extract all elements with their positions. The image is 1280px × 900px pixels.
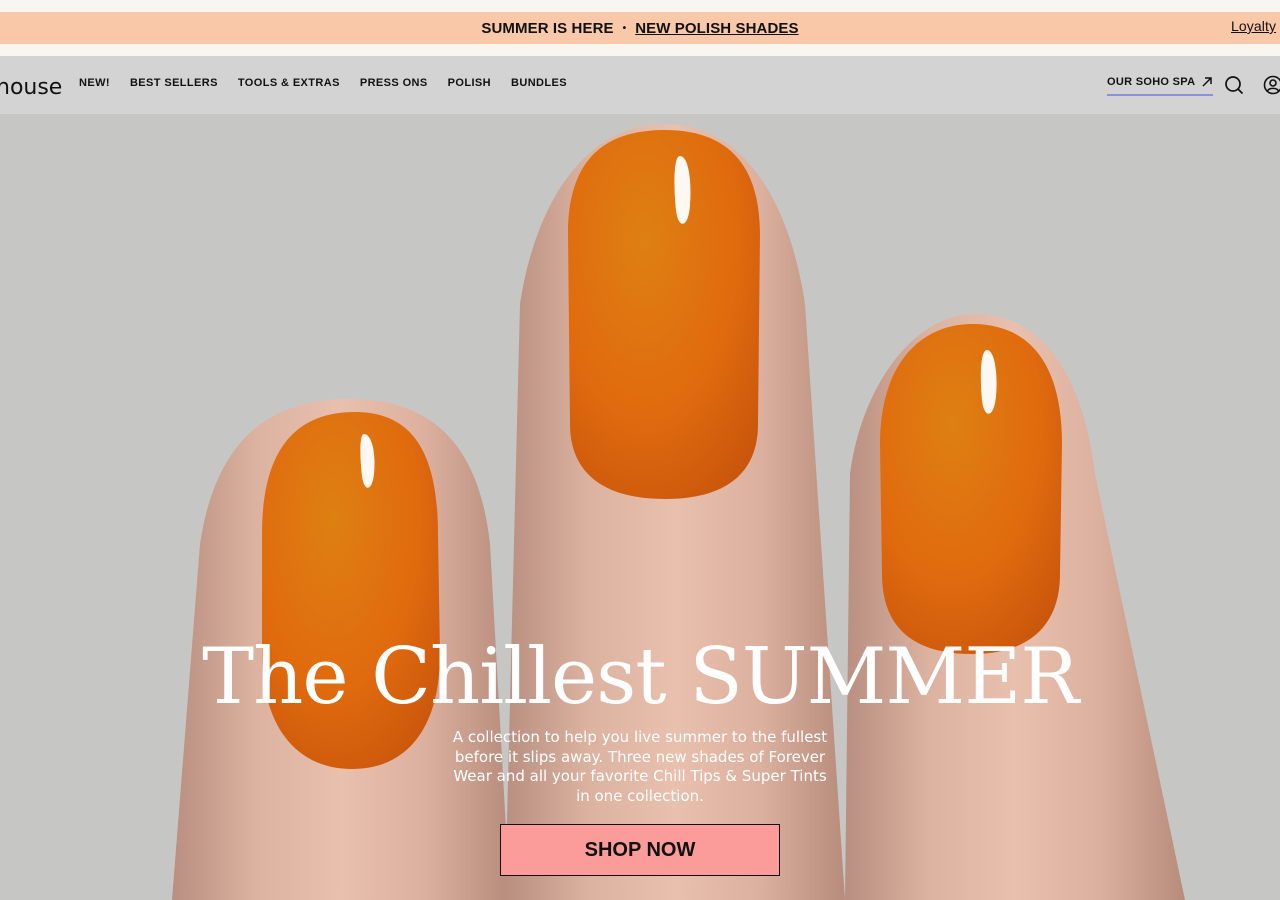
hero-subtext: A collection to help you live summer to … [452,728,828,805]
main-nav: nouse NEW! BEST SELLERS TOOLS & EXTRAS P… [0,56,1280,114]
nav-menu: NEW! BEST SELLERS TOOLS & EXTRAS PRESS O… [79,77,587,89]
account-icon[interactable] [1263,75,1280,95]
arrow-up-right-icon [1202,77,1213,87]
shop-now-button[interactable]: SHOP NOW [500,824,780,876]
search-icon[interactable] [1224,75,1244,95]
nav-item-bundles[interactable]: BUNDLES [511,77,567,89]
nav-item-press-ons[interactable]: PRESS ONS [360,77,428,89]
promo-link[interactable]: NEW POLISH SHADES [635,20,798,37]
logo[interactable]: nouse [0,75,62,100]
loyalty-link[interactable]: Loyalty [1231,18,1276,34]
promo-banner: SUMMER IS HERE • NEW POLISH SHADES Loyal… [0,12,1280,44]
hero-headline: The Chillest SUMMER [202,632,1079,722]
soho-spa-label: OUR SOHO SPA [1107,76,1196,88]
finger-right [845,314,1185,900]
nav-item-polish[interactable]: POLISH [448,77,491,89]
soho-spa-link[interactable]: OUR SOHO SPA [1107,76,1214,96]
nav-item-best-sellers[interactable]: BEST SELLERS [130,77,218,89]
nav-item-tools-extras[interactable]: TOOLS & EXTRAS [238,77,340,89]
promo-separator: • [622,22,627,34]
promo-text: SUMMER IS HERE [481,19,614,37]
nav-item-new[interactable]: NEW! [79,77,110,89]
hero-banner: The Chillest SUMMER A collection to help… [0,114,1280,900]
